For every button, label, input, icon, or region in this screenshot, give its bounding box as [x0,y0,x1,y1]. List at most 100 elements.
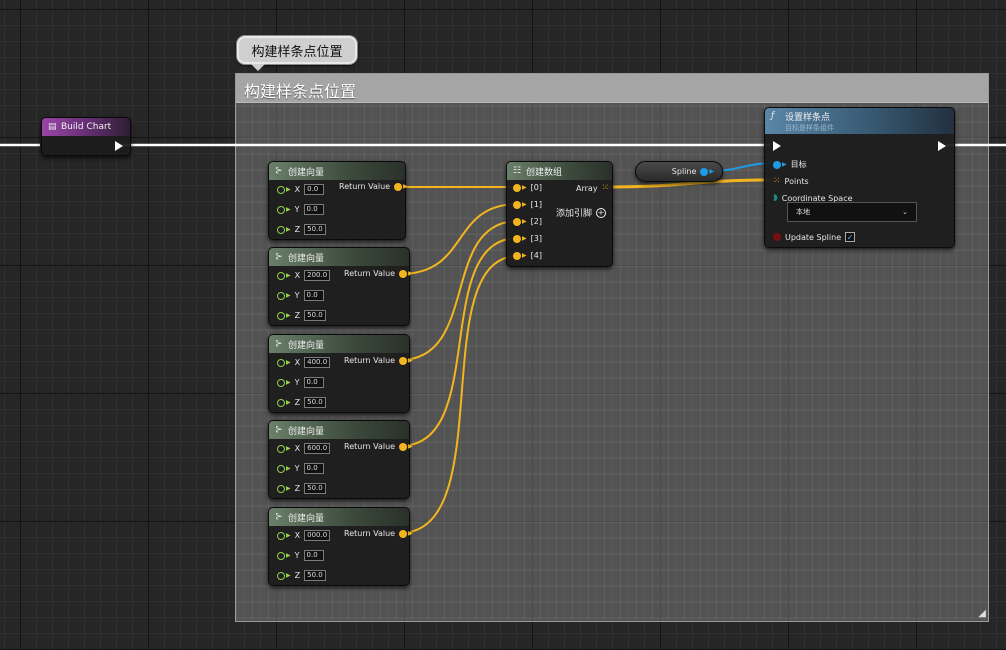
chevron-down-icon: ⌄ [902,208,908,216]
z-input[interactable]: 50.0 [304,570,326,581]
pin-x[interactable]: ▶ X 000.0 [277,530,331,541]
pin-x[interactable]: ▶ X 200.0 [277,270,331,281]
make-vector-node-3[interactable]: ⊱ 创建向量 ▶ X 600.0 ▶ Y 0.0 ▶ Z 50.0 Return… [268,420,413,499]
target-pin[interactable]: ▶ 目标 [773,159,807,170]
y-input[interactable]: 0.0 [303,463,324,474]
array-input-2[interactable]: ▶ [2] [513,217,542,226]
make-vector-node-1[interactable]: ⊱ 创建向量 ▶ X 200.0 ▶ Y 0.0 ▶ Z 50.0 Return… [268,247,413,326]
pin-arrow-icon: ▶ [286,485,291,492]
array-input-3[interactable]: ▶ [3] [513,234,542,243]
make-array-header: ☷ 创建数组 [507,162,612,180]
x-input[interactable]: 400.0 [304,357,331,368]
pin-x[interactable]: ▶ X 600.0 [277,443,331,454]
comment-title: 构建样条点位置 [244,82,357,101]
array-input-label: [1] [530,200,542,209]
make-vector-title: 创建向量 [288,426,325,437]
make-vector-icon: ⊱ [275,165,283,176]
x-input[interactable]: 600.0 [304,443,331,454]
pin-z[interactable]: ▶ Z 50.0 [277,397,326,408]
pin-y[interactable]: ▶ Y 0.0 [277,550,324,561]
return-value-pin[interactable]: Return Value ▶ [344,269,413,278]
spline-variable-node[interactable]: Spline ▶ [635,161,723,182]
pin-x[interactable]: ▶ X 0.0 [277,184,325,195]
y-input[interactable]: 0.0 [303,290,324,301]
make-vector-node-2[interactable]: ⊱ 创建向量 ▶ X 400.0 ▶ Y 0.0 ▶ Z 50.0 Return… [268,334,413,413]
build-chart-node[interactable]: ▤ Build Chart [41,117,131,156]
make-vector-node-4[interactable]: ⊱ 创建向量 ▶ X 000.0 ▶ Y 0.0 ▶ Z 50.0 Return… [268,507,413,586]
return-value-pin[interactable]: Return Value ▶ [344,529,413,538]
y-input[interactable]: 0.0 [303,550,324,561]
pin-arrow-icon: ▶ [522,201,527,208]
set-spline-points-subtitle: 目标是样条组件 [785,124,834,132]
make-array-node[interactable]: ☷ 创建数组 ▶ [0] ▶ [1] ▶ [2] ▶ [3] ▶ [4] Arr… [506,161,613,267]
update-spline-pin[interactable]: Update Spline ✓ [773,232,856,242]
points-label: Points [784,176,809,186]
pin-label: Z [294,225,301,234]
pin-arrow-icon: ▶ [408,530,413,537]
pin-arrow-icon: ▶ [286,292,291,299]
pin-x[interactable]: ▶ X 400.0 [277,357,331,368]
make-vector-icon: ⊱ [275,511,283,522]
array-grid-icon: ⁙ [773,176,781,186]
y-input[interactable]: 0.0 [303,204,324,215]
vector-pin-icon [277,185,285,194]
pin-y[interactable]: ▶ Y 0.0 [277,463,324,474]
make-vector-header: ⊱ 创建向量 [269,421,409,439]
plus-icon: + [596,207,607,218]
set-spline-points-header: ƒ 设置样条点 目标是样条组件 [765,108,954,134]
vector-in-pin-icon [513,200,521,209]
z-input[interactable]: 50.0 [304,224,326,235]
vector-out-pin-icon [394,182,403,191]
add-pin-button[interactable]: 添加引脚 + [556,206,607,219]
make-vector-header: ⊱ 创建向量 [269,162,405,180]
comment-header[interactable]: 构建样条点位置 [236,74,988,103]
pin-z[interactable]: ▶ Z 50.0 [277,570,326,581]
set-spline-points-node[interactable]: ƒ 设置样条点 目标是样条组件 ▶ 目标 ⁙ Points ◗ Coordina… [764,107,955,248]
return-value-pin[interactable]: Return Value ▶ [344,356,413,365]
vector-out-pin-icon [399,269,408,278]
make-vector-icon: ⊱ [275,251,283,262]
pin-z[interactable]: ▶ Z 50.0 [277,310,326,321]
pin-z[interactable]: ▶ Z 50.0 [277,224,326,235]
vector-pin-icon [277,225,285,234]
z-input[interactable]: 50.0 [304,397,326,408]
exec-out-pin[interactable] [115,141,123,151]
array-output-pin[interactable]: Array ⁙ [576,183,609,193]
return-value-pin[interactable]: Return Value ▶ [344,442,413,451]
exec-out-pin[interactable] [938,141,946,151]
pin-y[interactable]: ▶ Y 0.0 [277,290,324,301]
array-input-4[interactable]: ▶ [4] [513,251,542,260]
target-label: 目标 [790,160,807,169]
vector-pin-icon [277,358,285,367]
build-chart-title: Build Chart [61,122,112,132]
array-input-1[interactable]: ▶ [1] [513,200,542,209]
comment-bubble[interactable]: 构建样条点位置 [236,35,358,71]
z-input[interactable]: 50.0 [304,310,326,321]
x-input[interactable]: 200.0 [304,270,331,281]
x-input[interactable]: 0.0 [304,184,325,195]
pin-arrow-icon: ▶ [522,184,527,191]
coordinate-space-dropdown[interactable]: 本地 ⌄ [787,202,917,222]
x-input[interactable]: 000.0 [304,530,331,541]
z-input[interactable]: 50.0 [304,483,326,494]
vector-pin-icon [277,205,285,214]
pin-z[interactable]: ▶ Z 50.0 [277,483,326,494]
pin-y[interactable]: ▶ Y 0.0 [277,377,324,388]
function-icon: ƒ [771,111,775,121]
array-input-0[interactable]: ▶ [0] [513,183,542,192]
make-vector-node-0[interactable]: ⊱ 创建向量 ▶ X 0.0 ▶ Y 0.0 ▶ Z 50.0 Return V… [268,161,408,240]
return-value-pin[interactable]: Return Value ▶ [339,182,408,191]
update-spline-checkbox[interactable]: ✓ [845,232,856,242]
y-input[interactable]: 0.0 [303,377,324,388]
array-input-label: [2] [530,217,542,226]
vector-pin-icon [277,464,285,473]
pin-y[interactable]: ▶ Y 0.0 [277,204,324,215]
pin-arrow-icon: ▶ [286,272,291,279]
exec-in-pin[interactable] [773,141,781,151]
return-label: Return Value [344,269,396,278]
pin-arrow-icon: ▶ [286,465,291,472]
vector-out-pin-icon [399,356,408,365]
points-pin[interactable]: ⁙ Points [773,176,809,186]
spline-output-pin[interactable]: Spline ▶ [672,167,714,176]
resize-grip-icon[interactable]: ◢ [978,608,986,619]
